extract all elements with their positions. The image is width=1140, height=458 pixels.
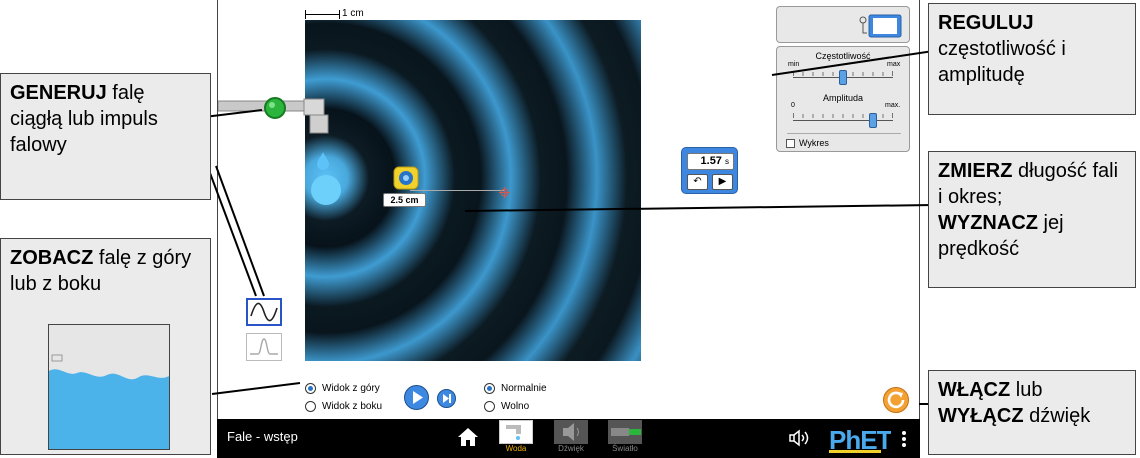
callout-measure-bold1: ZMIERZ [938, 160, 1013, 182]
screenshot-root: 1 cm 2.5 cm 1.57 s ↶ ▶ Częstotliwość min… [0, 0, 1140, 458]
side-view-thumbnail [48, 324, 170, 450]
callout-measure: ZMIERZ długość fali i okres; WYZNACZ jej… [928, 151, 1136, 288]
callout-sound-text1: lub [1010, 379, 1043, 401]
callout-sound-bold2: WYŁĄCZ [938, 405, 1024, 427]
callout-adjust-bold: REGULUJ [938, 12, 1034, 34]
callout-adjust: REGULUJ częstotliwość i amplitudę [928, 3, 1136, 115]
callout-adjust-text: częstotliwość i amplitudę [938, 38, 1066, 86]
callout-sound-text2: dźwięk [1023, 405, 1091, 427]
callout-view: ZOBACZ falę z góry lub z boku [0, 238, 211, 455]
callout-generate: GENERUJ falę ciągłą lub impuls falowy [0, 73, 211, 200]
callout-view-bold: ZOBACZ [10, 247, 94, 269]
callout-generate-bold: GENERUJ [10, 82, 107, 104]
callout-measure-bold2: WYZNACZ [938, 212, 1038, 234]
callout-sound: WŁĄCZ lub WYŁĄCZ dźwięk [928, 370, 1136, 455]
callout-sound-bold1: WŁĄCZ [938, 379, 1011, 401]
